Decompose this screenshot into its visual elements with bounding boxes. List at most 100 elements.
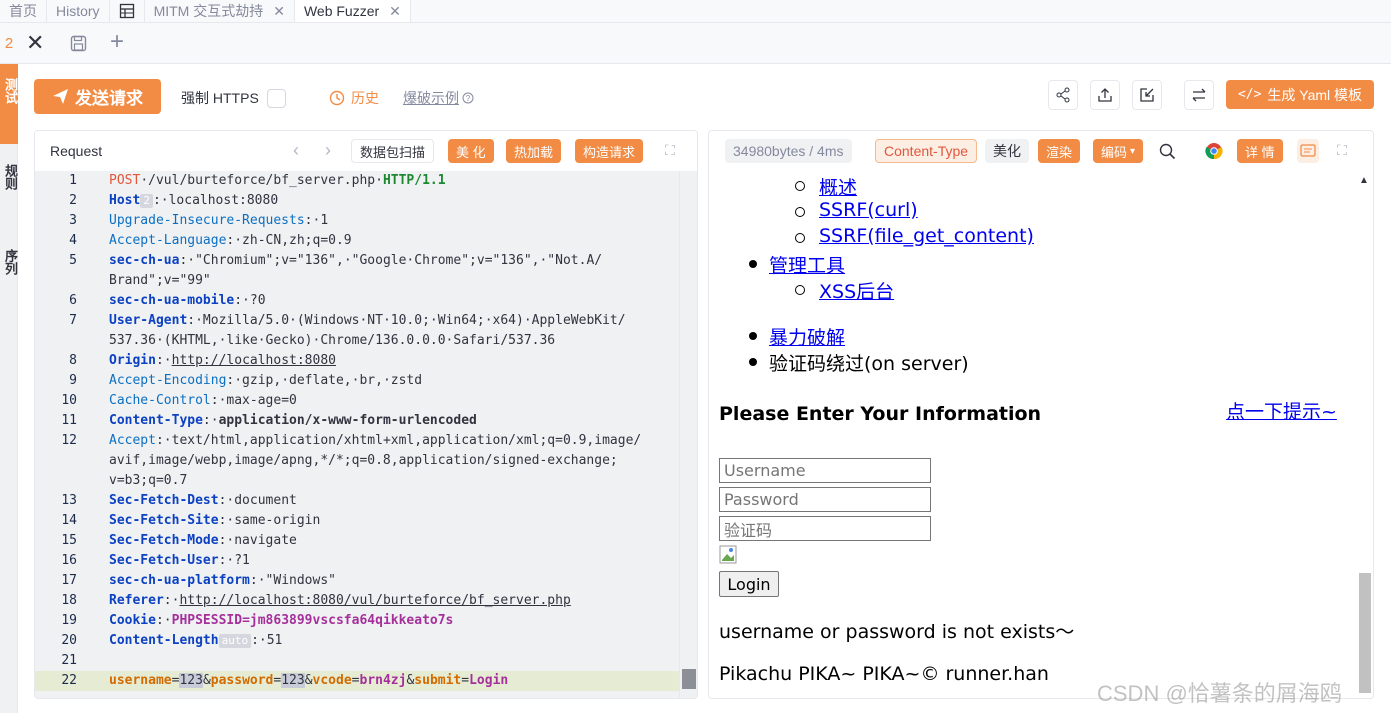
generate-yaml-button[interactable]: </> 生成 Yaml 模板 <box>1226 80 1374 109</box>
username-field[interactable]: Username <box>719 458 931 483</box>
tab-mitm[interactable]: MITM 交互式劫持 ✕ <box>145 0 295 22</box>
import-button[interactable] <box>1132 80 1162 110</box>
history-button[interactable]: 历史 <box>329 88 379 108</box>
line-number: 18 <box>61 593 77 608</box>
svg-text:?: ? <box>466 94 471 103</box>
editor-line[interactable]: 12 Accept:·text/html,application/xhtml+xm… <box>35 431 697 491</box>
code-token: Sec-Fetch-Site <box>109 513 219 528</box>
save-icon[interactable] <box>70 35 87 52</box>
editor-line[interactable]: 13 Sec-Fetch-Dest:·document <box>35 491 697 511</box>
force-https-checkbox[interactable] <box>266 88 286 108</box>
expand-icon[interactable]: ⛶ <box>665 142 675 159</box>
scrollbar-thumb[interactable] <box>1359 573 1371 693</box>
editor-line[interactable]: 19 Cookie:·PHPSESSID=jm863899vscsfa64qikk… <box>35 611 697 631</box>
editor-line[interactable]: 4 Accept-Language:·zh-CN,zh;q=0.9 <box>35 231 697 251</box>
code-icon: </> <box>1237 87 1262 102</box>
editor-line[interactable]: 6 sec-ch-ua-mobile:·?0 <box>35 291 697 311</box>
list-bullet <box>795 285 805 295</box>
rendered-response: 概述 SSRF(curl) SSRF(file_get_content) 管理工… <box>709 171 1357 698</box>
export-button[interactable] <box>1090 80 1120 110</box>
editor-line[interactable]: 5 sec-ch-ua:·"Chromium";v="136",·"Google·… <box>35 251 697 291</box>
editor-line[interactable]: 7 User-Agent:·Mozilla/5.0·(Windows·NT·10.… <box>35 311 697 351</box>
packet-scan-button[interactable]: 数据包扫描 <box>351 139 435 163</box>
swap-layout-button[interactable] <box>1184 80 1214 110</box>
tab-home[interactable]: 首页 <box>0 0 47 22</box>
import-icon <box>1140 88 1154 102</box>
code-token: application/x-www-form-urlencoded <box>218 413 477 428</box>
close-icon[interactable]: ✕ <box>389 3 401 20</box>
brute-example-link[interactable]: 爆破示例 ? <box>403 88 474 108</box>
render-button[interactable]: 渲染 <box>1038 139 1081 163</box>
tab-web-fuzzer[interactable]: Web Fuzzer ✕ <box>294 0 411 22</box>
comment-button[interactable] <box>1297 139 1319 163</box>
chevron-left-icon[interactable]: ‹ <box>293 140 299 161</box>
password-field[interactable]: Password <box>719 487 931 512</box>
response-beautify-button[interactable]: 美化 <box>985 139 1029 163</box>
content-type-button[interactable]: Content-Type <box>875 139 978 163</box>
editor-line[interactable]: 2 Host 2:·localhost:8080 <box>35 191 697 211</box>
editor-line[interactable]: 9 Accept-Encoding:·gzip,·deflate,·br,·zst… <box>35 371 697 391</box>
request-panel: Request ‹ › 数据包扫描 美 化 热加载 构造请求 ⛶ 1 POST·/… <box>34 130 698 699</box>
line-code: Upgrade-Insecure-Requests:·1 <box>77 211 697 231</box>
editor-line[interactable]: 17 sec-ch-ua-platform:·"Windows" <box>35 571 697 591</box>
tab-table-icon[interactable] <box>110 0 145 22</box>
editor-line[interactable]: 15 Sec-Fetch-Mode:·navigate <box>35 531 697 551</box>
comment-icon <box>1300 144 1316 157</box>
construct-request-button[interactable]: 构造请求 <box>575 139 644 163</box>
response-scrollbar[interactable]: ▲ <box>1355 171 1373 698</box>
line-tag: 2 <box>140 194 153 208</box>
sub-tab-number[interactable]: 2 <box>0 23 18 64</box>
error-message: username or password is not exists～ <box>719 621 1075 643</box>
code-token: :· <box>155 353 172 368</box>
link-overview[interactable]: 概述 <box>819 173 857 200</box>
chrome-icon[interactable] <box>1205 142 1223 160</box>
line-code: sec-ch-ua-platform:·"Windows" <box>77 571 697 591</box>
hot-load-button[interactable]: 热加载 <box>506 139 562 163</box>
line-number: 12 <box>61 433 77 448</box>
editor-line[interactable]: 3 Upgrade-Insecure-Requests:·1 <box>35 211 697 231</box>
hint-link[interactable]: 点一下提示~ <box>1226 397 1337 424</box>
detail-button[interactable]: 详 情 <box>1237 139 1283 163</box>
chevron-right-icon[interactable]: › <box>325 140 331 161</box>
tab-history[interactable]: History <box>47 0 110 22</box>
code-token: :·Mozilla/5.0·(Windows·NT·10.0;·Win64;·x… <box>109 313 626 348</box>
expand-icon[interactable]: ⛶ <box>1337 142 1347 159</box>
add-tab-icon[interactable]: + <box>110 29 124 55</box>
code-token: Origin <box>109 353 156 368</box>
editor-line[interactable]: 11 Content-Type:·application/x-www-form-u… <box>35 411 697 431</box>
close-icon[interactable]: ✕ <box>26 31 44 55</box>
link-brute-force[interactable]: 暴力破解 <box>769 323 845 350</box>
editor-line[interactable]: 21 <box>35 651 697 671</box>
send-request-button[interactable]: 发送请求 <box>34 79 161 114</box>
line-number: 15 <box>61 533 77 548</box>
editor-line[interactable]: 16 Sec-Fetch-User:·?1 <box>35 551 697 571</box>
editor-line[interactable]: 10 Cache-Control:·max-age=0 <box>35 391 697 411</box>
captcha-field[interactable]: 验证码 <box>719 516 931 541</box>
line-code: Content-Length auto:·51 <box>77 631 697 651</box>
link-ssrf-curl[interactable]: SSRF(curl) <box>819 199 918 221</box>
search-icon[interactable] <box>1159 143 1176 160</box>
login-button[interactable]: Login <box>719 571 779 597</box>
line-code: sec-ch-ua-mobile:·?0 <box>77 291 697 311</box>
scroll-up-arrow[interactable]: ▲ <box>1359 175 1369 186</box>
link-ssrf-file-get-content[interactable]: SSRF(file_get_content) <box>819 225 1034 247</box>
link-xss-backend[interactable]: XSS后台 <box>819 277 894 304</box>
scrollbar-thumb[interactable] <box>682 669 696 689</box>
request-editor[interactable]: 1 POST·/vul/burteforce/bf_server.php·HTTP… <box>35 171 697 698</box>
editor-line[interactable]: 8 Origin:·http://localhost:8080 <box>35 351 697 371</box>
beautify-button[interactable]: 美 化 <box>448 139 494 163</box>
editor-line[interactable]: 14 Sec-Fetch-Site:·same-origin <box>35 511 697 531</box>
editor-line[interactable]: 22 username=123&password=123&vcode=brn4zj… <box>35 671 697 691</box>
encode-dropdown[interactable]: 编码 ▾ <box>1093 139 1144 163</box>
code-token: Host <box>109 193 141 208</box>
editor-line[interactable]: 18 Referer:·http://localhost:8080/vul/bur… <box>35 591 697 611</box>
line-number: 14 <box>61 513 77 528</box>
editor-line[interactable]: 1 POST·/vul/burteforce/bf_server.php·HTTP… <box>35 171 697 191</box>
table-icon <box>119 3 134 19</box>
editor-line[interactable]: 20 Content-Length auto:·51 <box>35 631 697 651</box>
link-admin-tools[interactable]: 管理工具 <box>769 251 845 278</box>
share-button[interactable] <box>1048 80 1078 110</box>
request-scrollbar[interactable] <box>679 171 697 698</box>
side-tab-active[interactable]: 测试 <box>0 64 18 144</box>
close-icon[interactable]: ✕ <box>273 3 285 20</box>
